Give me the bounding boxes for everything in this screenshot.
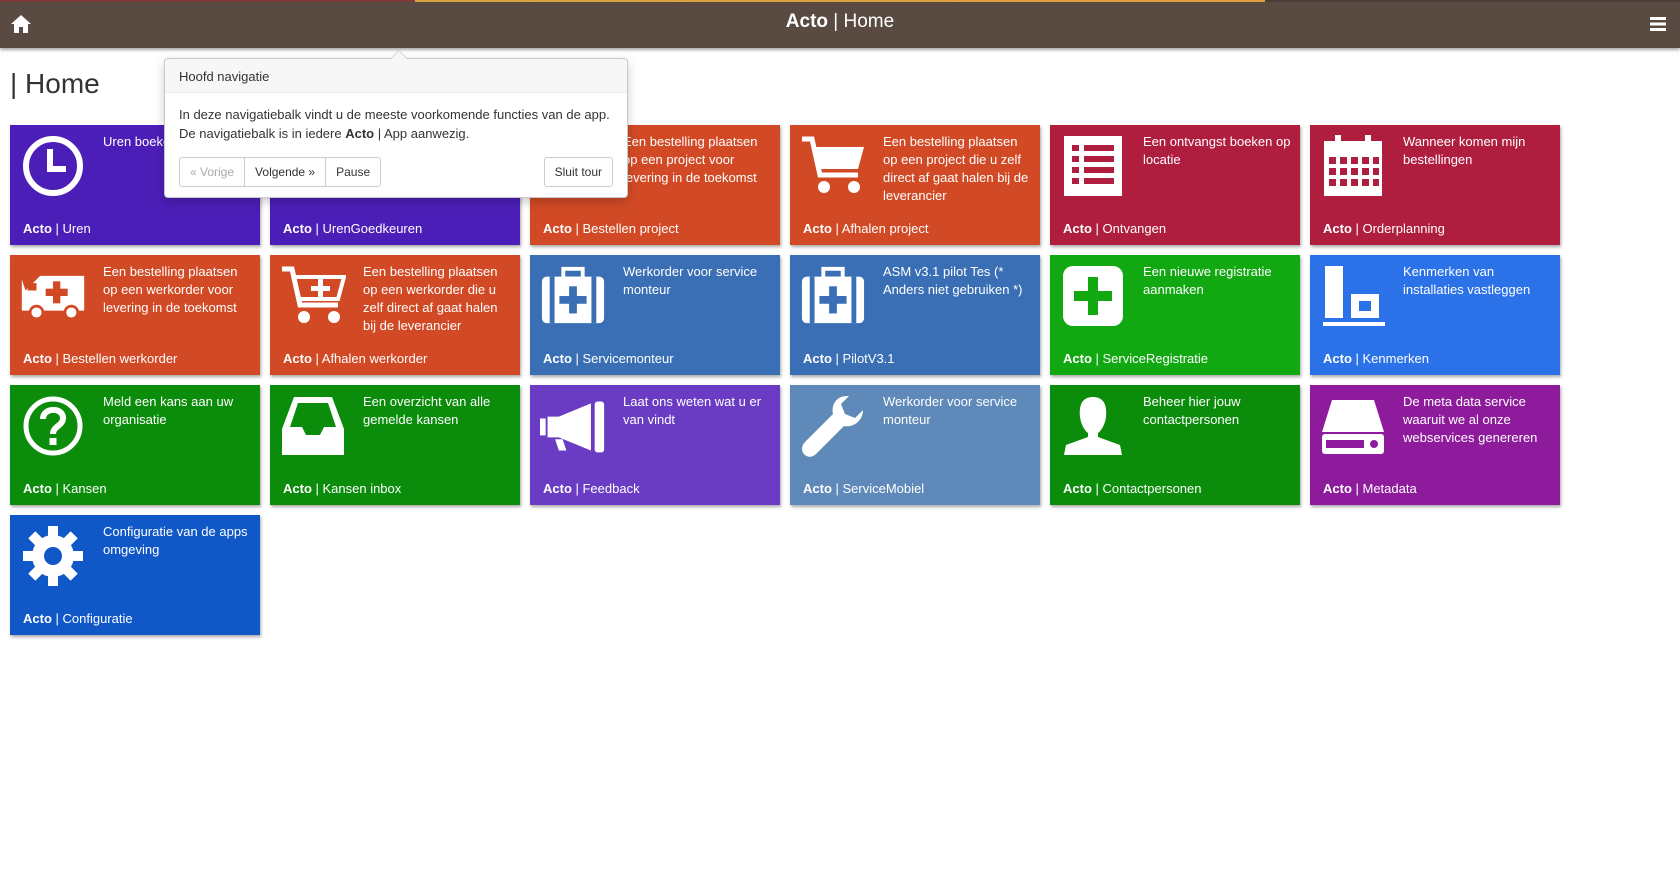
- gear-icon: [20, 523, 86, 589]
- inbox-icon: [280, 393, 346, 459]
- tile-orderplanning[interactable]: Wanneer komen mijn bestellingen Acto | O…: [1310, 125, 1560, 245]
- tile-name: Acto | Ontvangen: [1063, 221, 1167, 236]
- popover-arrow: [390, 50, 408, 59]
- tile-afhalen-werkorder[interactable]: Een bestelling plaatsen op een werkorder…: [270, 255, 520, 375]
- tile-name: Acto | Feedback: [543, 481, 640, 496]
- plus-square-icon: [1060, 263, 1126, 329]
- tile-description: ASM v3.1 pilot Tes (* Anders niet gebrui…: [883, 264, 1023, 297]
- tile-description: De meta data service waaruit we al onze …: [1403, 394, 1538, 445]
- list-icon: [1060, 133, 1126, 199]
- tour-line-2: De navigatiebalk is in iedere Acto | App…: [179, 126, 470, 141]
- tile-name: Acto | PilotV3.1: [803, 351, 895, 366]
- calendar-icon: [1320, 133, 1386, 199]
- tile-description: Configuratie van de apps omgeving: [103, 524, 248, 557]
- tile-description: Werkorder voor service monteur: [623, 264, 758, 297]
- tile-description: Een bestelling plaatsen op een project d…: [883, 134, 1029, 203]
- app-title-text: Home: [843, 11, 895, 32]
- top-navigation-bar: Acto | Home: [0, 0, 1680, 48]
- question-circle-icon: [20, 393, 86, 459]
- installation-icon: [1320, 263, 1386, 329]
- tile-name: Acto | Kansen: [23, 481, 107, 496]
- clock-icon: [20, 133, 86, 199]
- app-title-separator: |: [828, 11, 844, 32]
- tour-popover: Hoofd navigatie In deze navigatiebalk vi…: [164, 50, 628, 198]
- tile-name: Acto | Afhalen project: [803, 221, 929, 236]
- tile-kansen[interactable]: Meld een kans aan uw organisatie Acto | …: [10, 385, 260, 505]
- tour-next-button[interactable]: Volgende »: [244, 157, 327, 187]
- tile-servicemonteur[interactable]: Werkorder voor service monteur Acto | Se…: [530, 255, 780, 375]
- tile-pilotv31[interactable]: ASM v3.1 pilot Tes (* Anders niet gebrui…: [790, 255, 1040, 375]
- ambulance-icon: [20, 263, 86, 329]
- tile-name: Acto | ServiceRegistratie: [1063, 351, 1208, 366]
- tour-line-1: In deze navigatiebalk vindt u de meeste …: [179, 107, 610, 122]
- tile-description: Een overzicht van alle gemelde kansen: [363, 394, 491, 427]
- tour-popover-title: Hoofd navigatie: [165, 59, 627, 93]
- tile-name: Acto | Bestellen werkorder: [23, 351, 178, 366]
- tour-nav-buttons: « Vorige Volgende » Pause: [179, 157, 382, 187]
- tile-feedback[interactable]: Laat ons weten wat u er van vindt Acto |…: [530, 385, 780, 505]
- tile-servicemobiel[interactable]: Werkorder voor service monteur Acto | Se…: [790, 385, 1040, 505]
- wrench-icon: [800, 393, 866, 459]
- tile-description: Een nieuwe registratie aanmaken: [1143, 264, 1272, 297]
- tile-name: Acto | ServiceMobiel: [803, 481, 925, 496]
- tile-contactpersonen[interactable]: Beheer hier jouw contactpersonen Acto | …: [1050, 385, 1300, 505]
- tile-description: Een ontvangst boeken op locatie: [1143, 134, 1291, 167]
- tile-kansen-inbox[interactable]: Een overzicht van alle gemelde kansen Ac…: [270, 385, 520, 505]
- tile-description: Een bestelling plaatsen op een project v…: [623, 134, 758, 185]
- tour-popover-content: In deze navigatiebalk vindt u de meeste …: [165, 93, 627, 143]
- tile-description: Wanneer komen mijn bestellingen: [1403, 134, 1526, 167]
- tile-name: Acto | Contactpersonen: [1063, 481, 1202, 496]
- tile-name: Acto | Uren: [23, 221, 91, 236]
- tile-name: Acto | Servicemonteur: [543, 351, 674, 366]
- tile-metadata[interactable]: De meta data service waaruit we al onze …: [1310, 385, 1560, 505]
- hard-drive-icon: [1320, 393, 1386, 459]
- megaphone-icon: [540, 393, 606, 459]
- tile-description: Een bestelling plaatsen op een werkorder…: [363, 264, 498, 333]
- tile-name: Acto | Configuratie: [23, 611, 133, 626]
- medkit-icon: [800, 263, 866, 329]
- tile-name: Acto | Kenmerken: [1323, 351, 1429, 366]
- tile-description: Een bestelling plaatsen op een werkorder…: [103, 264, 238, 315]
- tour-prev-button[interactable]: « Vorige: [179, 157, 246, 187]
- tile-name: Acto | Kansen inbox: [283, 481, 402, 496]
- top-accent-line: [0, 0, 1680, 2]
- app-brand: Acto: [785, 11, 829, 32]
- tile-ontvangen[interactable]: Een ontvangst boeken op locatie Acto | O…: [1050, 125, 1300, 245]
- tile-name: Acto | Orderplanning: [1323, 221, 1445, 236]
- tile-name: Acto | Metadata: [1323, 481, 1417, 496]
- app-title: Acto | Home: [0, 11, 1680, 33]
- tile-name: Acto | UrenGoedkeuren: [283, 221, 423, 236]
- tile-serviceregistratie[interactable]: Een nieuwe registratie aanmaken Acto | S…: [1050, 255, 1300, 375]
- tile-description: Beheer hier jouw contactpersonen: [1143, 394, 1241, 427]
- hamburger-menu-icon[interactable]: [1644, 10, 1672, 38]
- tile-bestellen-werkorder[interactable]: Een bestelling plaatsen op een werkorder…: [10, 255, 260, 375]
- tile-kenmerken[interactable]: Kenmerken van installaties vastleggen Ac…: [1310, 255, 1560, 375]
- page-title: | Home: [10, 68, 100, 99]
- tile-description: Laat ons weten wat u er van vindt: [623, 394, 762, 427]
- cart-plus-icon: [280, 263, 346, 329]
- user-icon: [1060, 393, 1126, 459]
- tile-description: Kenmerken van installaties vastleggen: [1403, 264, 1531, 297]
- medkit-icon: [540, 263, 606, 329]
- tile-configuratie[interactable]: Configuratie van de apps omgeving Acto |…: [10, 515, 260, 635]
- tile-afhalen-project[interactable]: Een bestelling plaatsen op een project d…: [790, 125, 1040, 245]
- tour-pause-button[interactable]: Pause: [325, 157, 382, 187]
- tile-description: Werkorder voor service monteur: [883, 394, 1018, 427]
- tile-name: Acto | Bestellen project: [543, 221, 679, 236]
- tile-name: Acto | Afhalen werkorder: [283, 351, 428, 366]
- tour-end-button[interactable]: Sluit tour: [543, 157, 613, 187]
- shopping-cart-icon: [800, 133, 866, 199]
- tile-description: Meld een kans aan uw organisatie: [103, 394, 234, 427]
